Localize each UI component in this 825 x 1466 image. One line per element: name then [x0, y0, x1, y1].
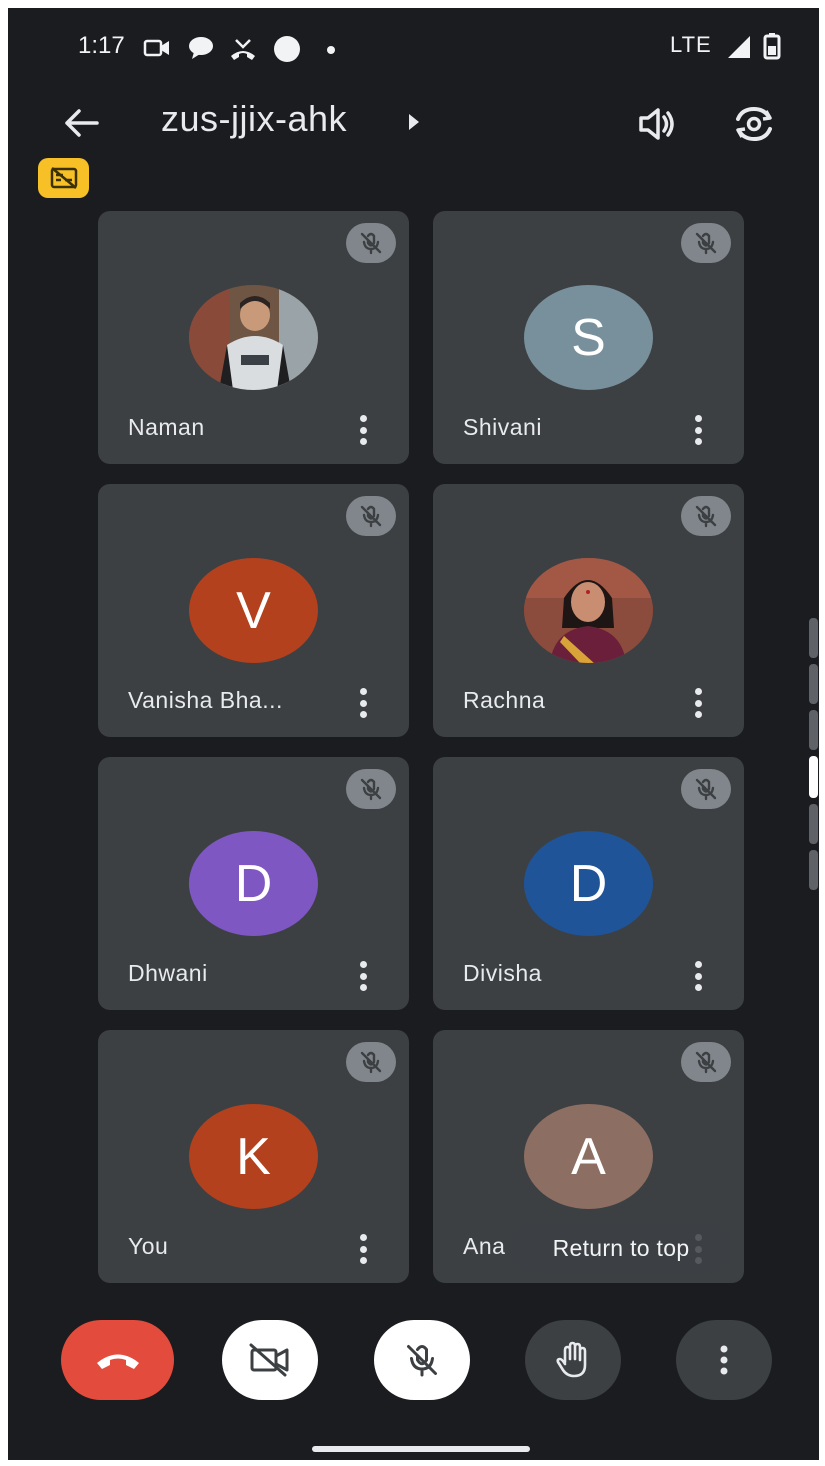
mic-off-icon — [407, 1345, 437, 1377]
avatar-letter: A — [524, 1104, 653, 1209]
page-indicator-segment[interactable] — [809, 850, 818, 890]
status-bar: 1:17 LTE — [8, 32, 819, 68]
video-icon — [143, 36, 171, 65]
participant-name: Naman — [128, 414, 205, 440]
avatar-letter: D — [189, 831, 318, 936]
missed-call-icon — [228, 36, 258, 67]
participant-more-button[interactable] — [357, 688, 369, 718]
call-header: zus-jjix-ahk — [8, 88, 819, 158]
participant-tile-divisha[interactable]: D Divisha — [433, 757, 744, 1010]
raise-hand-icon — [556, 1341, 587, 1378]
participant-more-button[interactable] — [357, 1234, 369, 1264]
meeting-code[interactable]: zus-jjix-ahk — [161, 98, 347, 140]
page-indicator-segment[interactable] — [809, 664, 818, 704]
participant-tile-shivani[interactable]: S Shivani — [433, 211, 744, 464]
mic-off-icon — [346, 496, 396, 536]
dot-icon — [326, 42, 336, 60]
participant-tile-naman[interactable]: Naman — [98, 211, 409, 464]
battery-icon — [763, 32, 781, 65]
page-indicator-segment[interactable] — [809, 618, 818, 658]
participant-name: Rachna — [463, 687, 546, 713]
participant-more-button[interactable] — [357, 415, 369, 445]
more-options-button[interactable] — [676, 1320, 772, 1400]
more-vert-icon — [720, 1345, 728, 1375]
mic-off-icon — [346, 223, 396, 263]
home-indicator[interactable] — [312, 1446, 530, 1452]
page-indicator-segment[interactable] — [809, 804, 818, 844]
return-to-top-button[interactable]: Return to top — [510, 1223, 732, 1273]
participant-more-button[interactable] — [692, 688, 704, 718]
camera-off-icon — [249, 1343, 289, 1377]
participant-name: Dhwani — [128, 960, 208, 986]
participant-name: Shivani — [463, 414, 542, 440]
avatar-photo — [524, 558, 653, 663]
network-type: LTE — [670, 32, 712, 57]
participant-tile-rachna[interactable]: Rachna — [433, 484, 744, 737]
meet-screen: 1:17 LTE zus-jjix-ahk Naman S Shivani V … — [8, 8, 819, 1460]
raise-hand-button[interactable] — [525, 1320, 621, 1400]
mic-off-icon — [681, 223, 731, 263]
chat-bubble-icon — [188, 36, 214, 65]
page-indicator-segment[interactable] — [809, 710, 818, 750]
participant-name: You — [128, 1233, 169, 1259]
participant-tile-you[interactable]: K You — [98, 1030, 409, 1283]
captions-off-icon — [50, 167, 77, 189]
mic-off-icon — [681, 769, 731, 809]
circle-icon — [272, 36, 302, 69]
switch-camera-icon — [736, 106, 772, 142]
participant-more-button[interactable] — [357, 961, 369, 991]
signal-icon — [726, 34, 752, 65]
hang-up-icon — [96, 1354, 139, 1369]
camera-toggle-button[interactable] — [222, 1320, 318, 1400]
page-indicator-current[interactable] — [809, 756, 818, 798]
end-call-button[interactable] — [61, 1320, 174, 1400]
participant-name: Vanisha Bha... — [128, 687, 283, 713]
avatar-letter: S — [524, 285, 653, 390]
mic-off-icon — [681, 1042, 731, 1082]
participant-tile-dhwani[interactable]: D Dhwani — [98, 757, 409, 1010]
speaker-icon — [639, 108, 674, 140]
avatar-letter: D — [524, 831, 653, 936]
participant-tile-vanisha[interactable]: V Vanisha Bha... — [98, 484, 409, 737]
avatar-letter: V — [189, 558, 318, 663]
back-button[interactable] — [56, 98, 106, 148]
mic-off-icon — [681, 496, 731, 536]
captions-off-badge[interactable] — [38, 158, 89, 198]
mic-off-icon — [346, 1042, 396, 1082]
status-time: 1:17 — [78, 32, 125, 59]
mic-off-icon — [346, 769, 396, 809]
participant-name: Divisha — [463, 960, 542, 986]
switch-camera-button[interactable] — [726, 96, 782, 152]
audio-output-button[interactable] — [630, 96, 686, 152]
mic-toggle-button[interactable] — [374, 1320, 470, 1400]
participant-name: Ana — [463, 1233, 506, 1259]
caret-right-icon[interactable] — [406, 110, 422, 134]
participant-more-button[interactable] — [692, 961, 704, 991]
avatar-letter: K — [189, 1104, 318, 1209]
back-arrow-icon — [65, 109, 99, 137]
participant-more-button[interactable] — [692, 415, 704, 445]
avatar-photo — [189, 285, 318, 390]
